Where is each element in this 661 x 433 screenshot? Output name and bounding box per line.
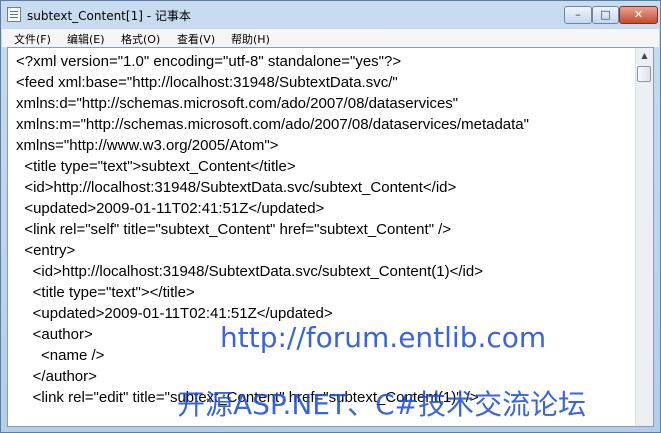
text-line: <id>http://localhost:31948/SubtextData.s… [16, 263, 483, 280]
notepad-icon [7, 7, 21, 22]
text-editor[interactable]: <?xml version="1.0" encoding="utf-8" sta… [7, 47, 654, 427]
text-line: xmlns="http://www.w3.org/2005/Atom"> [16, 137, 279, 154]
close-button[interactable]: ✕ [619, 6, 658, 24]
minimize-button[interactable]: – [564, 6, 592, 24]
menu-view[interactable]: 查看(V) [177, 31, 215, 47]
window-title: subtext_Content[1] - 记事本 [27, 9, 191, 23]
menu-file[interactable]: 文件(F) [14, 31, 51, 47]
text-line: <title type="text"></title> [16, 284, 195, 301]
menu-help[interactable]: 帮助(H) [231, 31, 270, 47]
watermark-url: http://forum.entlib.com [220, 321, 547, 354]
menu-format[interactable]: 格式(O) [121, 31, 160, 47]
maximize-button[interactable]: □ [592, 6, 619, 24]
text-line: <?xml version="1.0" encoding="utf-8" sta… [16, 53, 402, 70]
scroll-thumb[interactable] [637, 66, 651, 82]
text-line: xmlns:d="http://schemas.microsoft.com/ad… [16, 95, 459, 112]
text-line: xmlns:m="http://schemas.microsoft.com/ad… [16, 116, 529, 133]
text-line: <updated>2009-01-11T02:41:51Z</updated> [16, 200, 325, 217]
title-bar[interactable]: subtext_Content[1] - 记事本 – □ ✕ [1, 1, 660, 29]
menu-bar: 文件(F) 编辑(E) 格式(O) 查看(V) 帮助(H) [2, 29, 659, 48]
scroll-up-arrow-icon[interactable]: ▲ [637, 48, 652, 64]
menu-edit[interactable]: 编辑(E) [67, 31, 105, 47]
text-line: <link rel="self" title="subtext_Content"… [16, 221, 452, 238]
notepad-window: subtext_Content[1] - 记事本 – □ ✕ 文件(F) 编辑(… [0, 0, 661, 433]
text-line: <feed xml:base="http://localhost:31948/S… [16, 74, 398, 91]
document-text[interactable]: <?xml version="1.0" encoding="utf-8" sta… [16, 51, 631, 408]
text-line: <entry> [16, 242, 76, 259]
text-line: <title type="text">subtext_Content</titl… [16, 158, 296, 175]
text-line: <id>http://localhost:31948/SubtextData.s… [16, 179, 457, 196]
vertical-scrollbar[interactable]: ▲ [635, 48, 653, 426]
watermark-text: 开源ASP.NET、C#技术交流论坛 [177, 388, 587, 421]
